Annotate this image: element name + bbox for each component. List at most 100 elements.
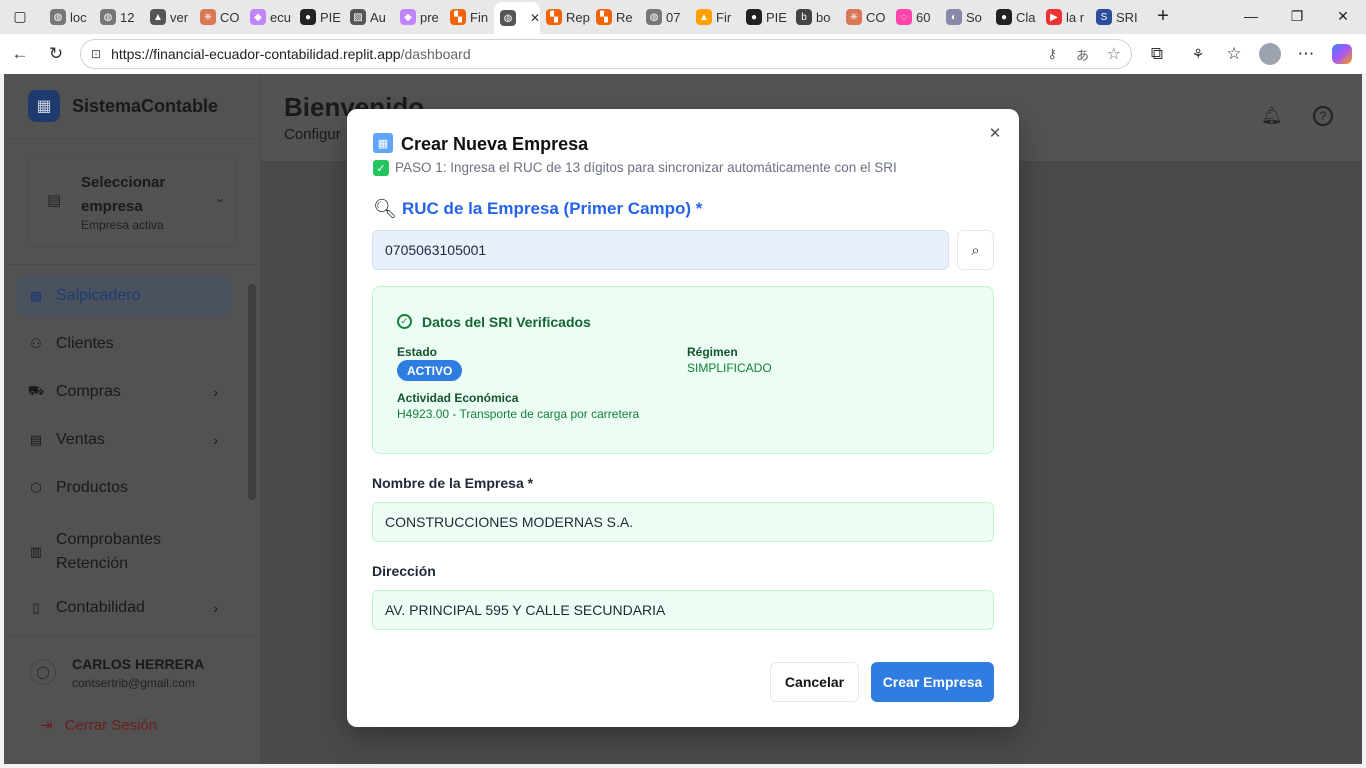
- sidebar-item-label: Productos: [56, 479, 129, 496]
- sidebar-item-productos[interactable]: ⬡ Productos: [16, 468, 232, 508]
- direccion-label: Dirección: [372, 563, 436, 579]
- browser-tab[interactable]: ◆ pre: [394, 4, 444, 30]
- github-icon: ●: [300, 9, 316, 25]
- tab-label: PIE: [766, 9, 787, 25]
- favorites-icon[interactable]: ⚘: [1184, 40, 1212, 68]
- favorite-star-icon[interactable]: ☆: [1107, 44, 1121, 64]
- bell-icon[interactable]: 🔔︎: [1261, 106, 1283, 126]
- profile-avatar[interactable]: [1256, 40, 1284, 68]
- site-info-icon[interactable]: ⊡: [91, 47, 101, 61]
- replit-icon: ▚: [546, 9, 562, 25]
- sol-icon: ◐: [946, 9, 962, 25]
- document-icon: ▥: [29, 544, 43, 559]
- sidebar: ▦ SistemaContable ▤ Seleccionar empresa …: [4, 74, 260, 764]
- tab-label: ecu: [270, 9, 291, 25]
- close-tab-icon[interactable]: ✕: [530, 11, 540, 25]
- estado-badge: ACTIVO: [397, 360, 463, 381]
- browser-tab[interactable]: ◐ So: [940, 4, 990, 30]
- globe-icon: ◍: [646, 9, 662, 25]
- sidebar-item-comprobantes[interactable]: ▥ Comprobantes Retención: [16, 524, 232, 580]
- browser-tab[interactable]: ▚ Fin: [444, 4, 494, 30]
- translate-icon[interactable]: あ: [1076, 45, 1089, 64]
- collections-icon[interactable]: ☆: [1220, 40, 1248, 68]
- chevron-right-icon: ›: [213, 384, 218, 400]
- close-icon[interactable]: ✕: [985, 123, 1005, 143]
- sidebar-item-salpicadero[interactable]: ▦ Salpicadero: [16, 276, 232, 316]
- browser-tab[interactable]: ▚ Re: [590, 4, 640, 30]
- tab-actions-icon[interactable]: ▢: [0, 0, 40, 32]
- nombre-input[interactable]: CONSTRUCCIONES MODERNAS S.A.: [372, 502, 994, 542]
- book-icon: ▯: [32, 600, 40, 615]
- magnifier-icon: 🔍︎: [373, 199, 398, 220]
- browser-tab[interactable]: ● Cla: [990, 4, 1040, 30]
- browser-tab[interactable]: ▲ Fir: [690, 4, 740, 30]
- help-icon[interactable]: ?: [1313, 106, 1333, 126]
- b-icon: b: [796, 9, 812, 25]
- firebase-icon: ▲: [696, 9, 712, 25]
- sri-icon: S: [1096, 9, 1112, 25]
- sidebar-item-label: Contabilidad: [56, 599, 145, 616]
- more-menu-icon[interactable]: ⋯: [1292, 40, 1320, 68]
- sidebar-item-contabilidad[interactable]: ▯ Contabilidad ›: [16, 588, 232, 628]
- sidebar-item-label: Ventas: [56, 431, 105, 448]
- company-select[interactable]: ▤ Seleccionar empresa Empresa activa ⌄: [28, 156, 236, 248]
- address-bar[interactable]: ⊡ https://financial-ecuador-contabilidad…: [80, 39, 1132, 69]
- sidebar-item-label: Salpicadero: [56, 287, 141, 304]
- browser-tab[interactable]: S SRI: [1090, 4, 1140, 30]
- direccion-input[interactable]: AV. PRINCIPAL 595 Y CALLE SECUNDARIA: [372, 590, 994, 630]
- browser-tab[interactable]: ◍ loc: [44, 4, 94, 30]
- sidebar-scrollbar[interactable]: [248, 284, 256, 500]
- browser-tab[interactable]: ◌ 60: [890, 4, 940, 30]
- refresh-icon[interactable]: ↻: [42, 40, 70, 68]
- chevron-down-icon: ⌄: [214, 191, 225, 205]
- actividad-value: H4923.00 - Transporte de carga por carre…: [397, 407, 640, 421]
- globe-icon: ◍: [50, 9, 66, 25]
- browser-tab[interactable]: ▨ Au: [344, 4, 394, 30]
- browser-tab[interactable]: b bo: [790, 4, 840, 30]
- tab-label: Fin: [470, 9, 489, 25]
- copilot-icon[interactable]: [1328, 40, 1356, 68]
- ruc-value: 0705063105001: [385, 242, 487, 258]
- create-company-button[interactable]: Crear Empresa: [871, 662, 994, 702]
- minimize-button[interactable]: —: [1228, 0, 1274, 32]
- ruc-input[interactable]: 0705063105001: [372, 230, 949, 270]
- browser-tab[interactable]: ◍ 07: [640, 4, 690, 30]
- new-tab-button[interactable]: +: [1148, 0, 1178, 32]
- restore-button[interactable]: ❐: [1274, 0, 1320, 32]
- search-button[interactable]: ⌕: [957, 230, 994, 270]
- claude-icon: ✳: [200, 9, 216, 25]
- tab-label: bo: [816, 9, 831, 25]
- tab-label: CO: [220, 9, 240, 25]
- actividad-label: Actividad Económica: [397, 391, 519, 405]
- extensions-icon[interactable]: ⧉: [1143, 40, 1171, 68]
- chevron-right-icon: ›: [213, 600, 218, 616]
- sidebar-item-label: Clientes: [56, 335, 114, 352]
- key-icon[interactable]: ⚷: [1047, 46, 1057, 62]
- browser-tab[interactable]: ✳ CO: [194, 4, 244, 30]
- browser-tab[interactable]: ◍ 12: [94, 4, 144, 30]
- browser-tab[interactable]: ▶ la r: [1040, 4, 1090, 30]
- browser-tab[interactable]: ✳ CO: [840, 4, 890, 30]
- browser-tab[interactable]: ▲ ver: [144, 4, 194, 30]
- browser-tab[interactable]: ● PIE: [294, 4, 344, 30]
- cancel-button[interactable]: Cancelar: [770, 662, 859, 702]
- company-select-title: Seleccionar empresa: [81, 174, 166, 215]
- tab-label: Au: [370, 9, 386, 25]
- close-window-button[interactable]: ✕: [1320, 0, 1366, 32]
- nombre-label: Nombre de la Empresa *: [372, 475, 534, 491]
- create-company-dialog: ▦ Crear Nueva Empresa ✕ ✓ PASO 1: Ingres…: [347, 109, 1019, 727]
- browser-tab[interactable]: ● PIE: [740, 4, 790, 30]
- browser-tab[interactable]: ◆ ecu: [244, 4, 294, 30]
- sidebar-item-compras[interactable]: ⛟ Compras ›: [16, 372, 232, 412]
- tab-label: CO: [866, 9, 886, 25]
- check-icon: ✓: [373, 160, 389, 176]
- browser-tab[interactable]: ◍ ✕: [494, 2, 540, 34]
- search-icon: ⌕: [971, 241, 980, 259]
- tab-label: la r: [1066, 9, 1085, 25]
- sidebar-item-ventas[interactable]: ▤ Ventas ›: [16, 420, 232, 460]
- back-icon[interactable]: ←: [6, 40, 34, 68]
- sidebar-item-clientes[interactable]: ⚇ Clientes: [16, 324, 232, 364]
- browser-tab[interactable]: ▚ Rep: [540, 4, 590, 30]
- claude-icon: ✳: [846, 9, 862, 25]
- logout-button[interactable]: ⇥ Cerrar Sesión: [40, 716, 157, 735]
